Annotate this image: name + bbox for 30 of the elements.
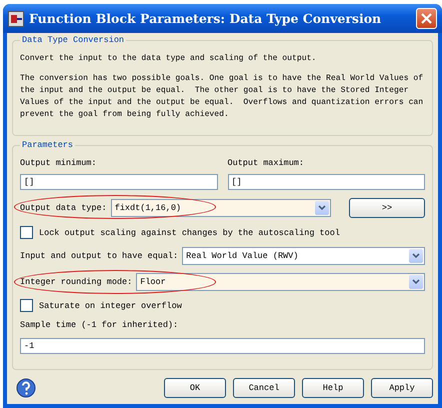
dropdown[interactable]: Real World Value (RWV) bbox=[182, 247, 425, 265]
field-label: Output maximum: bbox=[228, 158, 306, 168]
input-field[interactable]: -1 bbox=[20, 338, 425, 354]
window-title: Function Block Parameters: Data Type Conversion bbox=[29, 11, 382, 26]
checkbox-label: Saturate on integer overflow bbox=[39, 300, 182, 310]
field-label: Output minimum: bbox=[20, 158, 98, 168]
close-button[interactable] bbox=[416, 8, 437, 29]
checkbox[interactable] bbox=[20, 226, 33, 239]
input-field[interactable]: [] bbox=[228, 174, 425, 190]
dialog-button[interactable]: Help bbox=[302, 378, 364, 398]
close-icon[interactable] bbox=[421, 13, 432, 24]
data-type-assistant-button[interactable]: >> bbox=[349, 198, 425, 218]
group-title: Data Type Conversion bbox=[21, 35, 126, 45]
field-label: Output data type: bbox=[20, 203, 107, 213]
dialog-button[interactable]: OK bbox=[164, 378, 226, 398]
checkbox-label: Lock output scaling against changes by the autoscaling tool bbox=[39, 228, 340, 238]
group-title: Parameters bbox=[21, 140, 74, 150]
block-icon bbox=[8, 10, 24, 26]
field-label: Integer rounding mode: bbox=[20, 277, 132, 287]
field-label: Input and output to have equal: bbox=[20, 251, 178, 261]
checkbox[interactable] bbox=[20, 299, 33, 312]
dialog-button[interactable]: Cancel bbox=[233, 378, 295, 398]
input-field[interactable]: [] bbox=[20, 174, 218, 190]
help-icon[interactable] bbox=[16, 378, 36, 398]
dropdown[interactable]: Floor bbox=[136, 273, 425, 291]
dialog-button[interactable]: Apply bbox=[371, 378, 433, 398]
description-text: Convert the input to the data type and scaling of the output. bbox=[20, 53, 318, 65]
dropdown[interactable]: fixdt(1,16,0) bbox=[110, 199, 331, 217]
description-text: The conversion has two possible goals. One goal is to have the Real World Values of the input and the output be equal. The other goal is to have the Stored Integer Values of the input and the output be equal. Overflows and quantization errors can prevent the goal from being fully achieved. bbox=[20, 73, 424, 121]
field-label: Sample time (-1 for inherited): bbox=[20, 320, 180, 330]
